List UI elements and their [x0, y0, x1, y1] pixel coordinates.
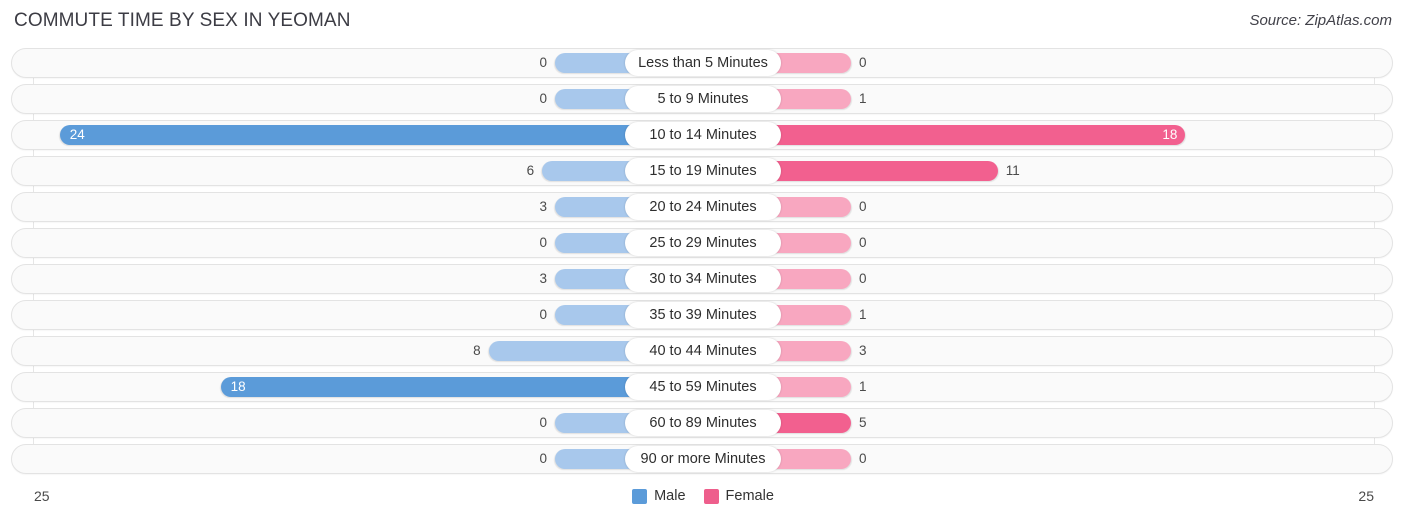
bar-value-male: 0 [539, 415, 547, 430]
bar-value-male: 3 [539, 271, 547, 286]
chart-header: COMMUTE TIME BY SEX IN YEOMAN Source: Zi… [0, 0, 1406, 44]
bar-value-male: 0 [539, 451, 547, 466]
table-row: 0 0 25 to 29 Minutes [0, 228, 1406, 258]
bar-value-female: 11 [1005, 163, 1020, 178]
table-row: 6 11 15 to 19 Minutes [0, 156, 1406, 186]
chart-legend: Male Female [0, 488, 1406, 504]
bar-value-female: 3 [859, 343, 867, 358]
table-row: 0 0 Less than 5 Minutes [0, 48, 1406, 78]
table-row: 0 5 60 to 89 Minutes [0, 408, 1406, 438]
category-label: 35 to 39 Minutes [625, 302, 781, 328]
source-attribution: Source: ZipAtlas.com [1249, 12, 1392, 29]
category-label: 25 to 29 Minutes [625, 230, 781, 256]
bar-value-male: 0 [539, 91, 547, 106]
bar-value-female: 1 [859, 91, 867, 106]
table-row: 24 18 10 to 14 Minutes [0, 120, 1406, 150]
bar-value-male: 6 [526, 163, 535, 178]
page-title: COMMUTE TIME BY SEX IN YEOMAN [14, 10, 351, 31]
table-row: 3 0 20 to 24 Minutes [0, 192, 1406, 222]
bar-value-female: 0 [859, 55, 867, 70]
bar-value-female: 0 [859, 235, 867, 250]
category-label: 45 to 59 Minutes [625, 374, 781, 400]
category-label: 60 to 89 Minutes [625, 410, 781, 436]
bar-value-male: 3 [539, 199, 547, 214]
legend-item-male[interactable]: Male [632, 488, 686, 504]
table-row: 8 3 40 to 44 Minutes [0, 336, 1406, 366]
category-label: 90 or more Minutes [625, 446, 781, 472]
bar-value-male: 8 [473, 343, 481, 358]
chart-axis: 25 25 Male Female [0, 484, 1406, 522]
bar-value-male: 18 [230, 379, 246, 394]
bar-rows: 0 0 Less than 5 Minutes 0 1 5 to 9 Minutes 24 1… [0, 48, 1406, 480]
bar-value-female: 18 [1162, 127, 1178, 142]
category-label: Less than 5 Minutes [625, 50, 781, 76]
bar-value-male: 0 [539, 307, 547, 322]
bar-value-female: 0 [859, 199, 867, 214]
bar-value-female: 1 [859, 379, 867, 394]
table-row: 0 0 90 or more Minutes [0, 444, 1406, 474]
category-label: 40 to 44 Minutes [625, 338, 781, 364]
category-label: 10 to 14 Minutes [625, 122, 781, 148]
bar-value-female: 0 [859, 451, 867, 466]
table-row: 18 1 45 to 59 Minutes [0, 372, 1406, 402]
table-row: 3 0 30 to 34 Minutes [0, 264, 1406, 294]
category-label: 15 to 19 Minutes [625, 158, 781, 184]
bar-value-female: 0 [859, 271, 867, 286]
bar-male [59, 125, 703, 145]
legend-label: Female [725, 488, 774, 504]
table-row: 0 1 35 to 39 Minutes [0, 300, 1406, 330]
bar-value-male: 0 [539, 235, 547, 250]
bar-value-female: 5 [859, 415, 867, 430]
bar-value-male: 24 [69, 127, 85, 142]
table-row: 0 1 5 to 9 Minutes [0, 84, 1406, 114]
category-label: 5 to 9 Minutes [625, 86, 781, 112]
category-label: 20 to 24 Minutes [625, 194, 781, 220]
legend-item-female[interactable]: Female [703, 488, 774, 504]
chart-plot-area: 0 0 Less than 5 Minutes 0 1 5 to 9 Minutes 24 1… [0, 44, 1406, 484]
bar-value-female: 1 [859, 307, 867, 322]
bar-value-male: 0 [539, 55, 547, 70]
legend-label: Male [654, 488, 686, 504]
legend-swatch-icon [632, 488, 648, 504]
legend-swatch-icon [703, 488, 719, 504]
category-label: 30 to 34 Minutes [625, 266, 781, 292]
